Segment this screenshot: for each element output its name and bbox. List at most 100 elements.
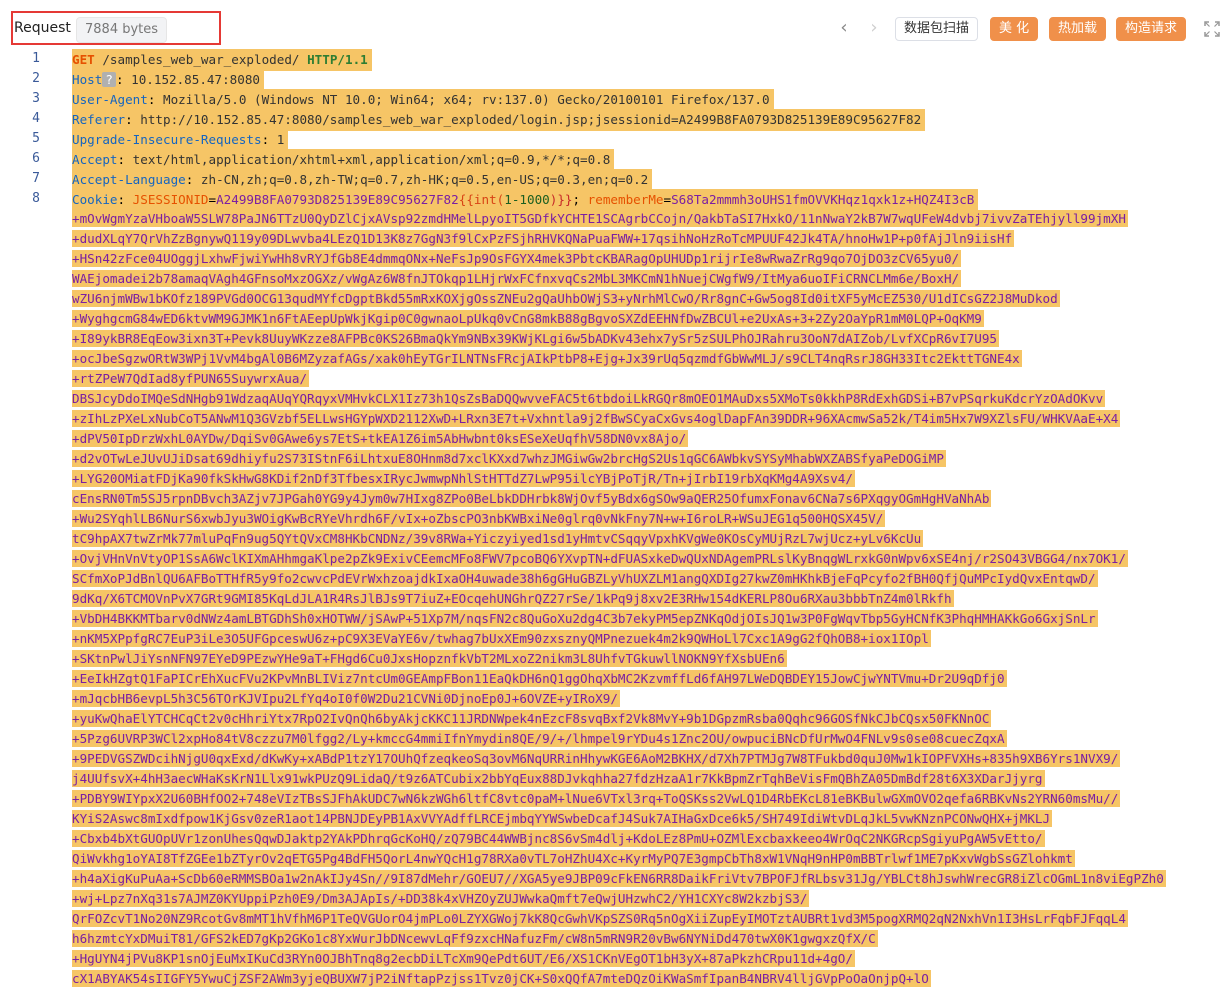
build-request-button[interactable]: 构造请求 [1116,17,1187,41]
line-number: 3 [32,91,40,106]
line-number: 2 [32,71,40,86]
cookie-wrap-text: +HSn42zFce04UOggjLxhwFjwiYwHh8vRYJfGb8E4… [72,250,962,267]
header-key: User-Agent [72,92,148,107]
cookie-wrap-line: +ocJbeSgzwORtW3WPj1VvM4bgAl0B6MZyzafAGs/… [72,349,1022,369]
cookie-wrap-text: SCfmXoPJdBnlQU6AFBoTTHfR5y9fo2cwvcPdEVrW… [72,570,1098,587]
cookie-wrap-text: +mOvWgmYzaVHboaW5SLW78PaJN6TTzU0QyDZlCjx… [72,210,1128,227]
header-cookie: Cookie: JSESSIONID=A2499B8FA0793D825139E… [72,189,979,211]
line-number: 1 [32,51,40,66]
editor-line: 3 User-Agent: Mozilla/5.0 (Windows NT 10… [0,89,1232,111]
cookie-wrap-text: +5Pzg6UVRP3WCl2xpHo84tV8czzu7M0lfgg2/Ly+… [72,730,1007,747]
cookie-wrap-text: DBSJcyDdoIMQeSdNHgb91WdzaqAUqYQRqyxVMHvk… [72,390,1106,407]
cookie-value: A2499B8FA0793D825139E89C95627F82 [216,192,459,207]
cookie-wrap-line: cEnsRN0Tm5SJ5rpnDBvch3AZjv7JPGah0YG9y4Jy… [72,489,992,509]
cookie-wrap-text: +dPV50IpDrzWxhL0AYDw/DqiSv0GAwe6ys7EtS+t… [72,430,689,447]
cookie-wrap-line: +mOvWgmYzaVHboaW5SLW78PaJN6TTzU0QyDZlCjx… [72,209,1128,229]
request-toolbar: Request 7884 bytes ‹ › 数据包扫描 美 化 热加载 构造请… [0,0,1232,48]
cookie-wrap-text: +zIhLzPXeLxNubCoT5ANwM1Q3GVzbf5ELLwsHGYp… [72,410,1121,427]
cookie-wrap-line: +5Pzg6UVRP3WCl2xpHo84tV8czzu7M0lfgg2/Ly+… [72,729,1007,749]
cookie-wrap-line: +mJqcbHB6evpL5h3C56TOrKJVIpu2LfYq4oI0f0W… [72,689,620,709]
header-key: Accept [72,152,118,167]
cookie-wrap-line: +LYG20OMiatFDjKa90fkSkHwG8KDif2nDf3Tfbes… [72,469,855,489]
cookie-wrap-line: j4UUfsvX+4hH3aecWHaKsKrN1Llx91wkPUzQ9Lid… [72,769,1045,789]
editor-line: 6 Accept: text/html,application/xhtml+xm… [0,149,1232,171]
editor-line: 8 Cookie: JSESSIONID=A2499B8FA0793D82513… [0,189,1232,211]
header-key: Referer [72,112,126,127]
fullscreen-icon[interactable] [1203,20,1221,38]
template-range: 1-1000 [504,192,550,207]
cookie-wrap-text: KYiS2Aswc8mIxdfpow1KjGsv0zeR1aot14PBNJDE… [72,810,1053,827]
cookie-wrap-line: +EeIkHZgtQ1FaPICrEhXucFVu2KPvMnBLIViz7nt… [72,669,1007,689]
cookie-wrap-text: h6hzmtcYxDMuiT81/GFS2kED7gKp2GKo1c8YxWur… [72,930,878,947]
cookie-wrap-line: +Cbxb4bXtGUOpUVr1zonUhesQqwDJaktp2YAkPDh… [72,829,1045,849]
cookie-wrap-text: +rtZPeW7QdIad8yfPUN65SuywrxAua/ [72,370,310,387]
cookie-wrap-line: SCfmXoPJdBnlQU6AFBoTTHfR5y9fo2cwvcPdEVrW… [72,569,1098,589]
cookie-wrap-text: +WyghgcmG84wED6ktvWM9GJMK1n6FtAEepUpWkjK… [72,310,984,327]
cookie-wrap-text: +PDBY9WIYpxX2U60BHfOO2+748eVIzTBsSJFhAkU… [72,790,1121,807]
http-protocol: HTTP/1.1 [307,52,368,67]
cookie-wrap-line: +yuKwQhaElYTCHCqCt2v0cHhriYtx7RpO2IvQnQh… [72,709,992,729]
cookie-wrap-line: wZU6njmWBw1bKOfz189PVGd0OCG13qudMYfcDgpt… [72,289,1060,309]
beautify-button[interactable]: 美 化 [990,17,1039,41]
cookie-wrap-line: KYiS2Aswc8mIxdfpow1KjGsv0zeR1aot14PBNJDE… [72,809,1053,829]
cookie-wrap-text: +I89ykBR8EqEow3ixn3T+Pevk8UuyWKzze8AFPBc… [72,330,1000,347]
cookie-wrap-line: 9dKq/X6TCMOVnPvX7GRt9GMI85KqLdJLA1R4RsJl… [72,589,954,609]
editor-line: 5 Upgrade-Insecure-Requests: 1 [0,129,1232,151]
header-value: zh-CN,zh;q=0.8,zh-TW;q=0.7,zh-HK;q=0.5,e… [200,172,649,187]
cookie-wrap-text: cEnsRN0Tm5SJ5rpnDBvch3AZjv7JPGah0YG9y4Jy… [72,490,992,507]
cookie-wrap-line: +dPV50IpDrzWxhL0AYDw/DqiSv0GAwe6ys7EtS+t… [72,429,689,449]
editor-line: 2 Host?: 10.152.85.47:8080 [0,69,1232,91]
cookie-wrap-line: DBSJcyDdoIMQeSdNHgb91WdzaqAUqYQRqyxVMHvk… [72,389,1106,409]
line-number: 5 [32,131,40,146]
line-number: 4 [32,111,40,126]
next-arrow-icon[interactable]: › [864,17,884,41]
cookie-wrap-text: QrFOZcvT1No20NZ9RcotGv8mMT1hVfhM6P1TeQVG… [72,910,1128,927]
cookie-wrap-line: cX1ABYAK54sIIGFY5YwuCjZSF2AWm3yjeQBUXW7j… [72,969,931,989]
cookie-wrap-text: +Cbxb4bXtGUOpUVr1zonUhesQqwDJaktp2YAkPDh… [72,830,1045,847]
cookie-wrap-text: 9dKq/X6TCMOVnPvX7GRt9GMI85KqLdJLA1R4RsJl… [72,590,954,607]
editor-line: 7 Accept-Language: zh-CN,zh;q=0.8,zh-TW;… [0,169,1232,191]
cookie-wrap-line: +HgUYN4jPVu8KP1snOjEuMxIKuCd3RYn0OJBhTnq… [72,949,855,969]
cookie-wrap-line: WAEjomadei2b78amaqVAgh4GFnsoMxzOGXz/vWgA… [72,269,962,289]
header-key: Host [72,72,103,87]
header-value: Mozilla/5.0 (Windows NT 10.0; Win64; x64… [163,92,770,107]
cookie-wrap-line: +HSn42zFce04UOggjLxhwFjwiYwHh8vRYJfGb8E4… [72,249,962,269]
info-hint-icon[interactable]: ? [102,72,116,87]
cookie-wrap-line: +I89ykBR8EqEow3ixn3T+Pevk8UuyWKzze8AFPBc… [72,329,1000,349]
header-key: Upgrade-Insecure-Requests [72,132,262,147]
cookie-name: rememberMe [587,192,664,207]
editor-line: 4 Referer: http://10.152.85.47:8080/samp… [0,109,1232,131]
cookie-wrap-line: +d2vOTwLeJUvUJiDsat69dhiyfu2S73IStnF6iLh… [72,449,946,469]
header-upgrade-insecure: Upgrade-Insecure-Requests: 1 [72,129,289,151]
header-value: http://10.152.85.47:8080/samples_web_war… [140,112,922,127]
hot-load-button[interactable]: 热加载 [1049,17,1107,41]
cookie-wrap-text: +mJqcbHB6evpL5h3C56TOrKJVIpu2LfYq4oI0f0W… [72,690,620,707]
cookie-wrap-text: WAEjomadei2b78amaqVAgh4GFnsoMxzOGXz/vWgA… [72,270,962,287]
cookie-wrap-text: +nKM5XPpfgRC7EuP3iLe3O5UFGpceswU6z+pC9X3… [72,630,931,647]
cookie-wrap-line: +9PEDVGSZWDcihNjgU0qxExd/dKwKy+xABdP1tzY… [72,749,1121,769]
cookie-wrap-line: +VbDH4BKKMTbarv0dNWz4amLBTGDhSh0xHOTWW/j… [72,609,1098,629]
cookie-wrap-line: +Wu2SYqhlLB6NurS6xwbJyu3WOigKwBcRYeVhrdh… [72,509,886,529]
prev-arrow-icon[interactable]: ‹ [834,17,854,41]
cookie-value: S68Ta2mmmh3oUHS1fmOVVKHqz1qxk1z+HQZ4I3cB [671,192,975,207]
cookie-wrap-line: +WyghgcmG84wED6ktvWM9GJMK1n6FtAEepUpWkjK… [72,309,984,329]
request-line: GET /samples_web_war_exploded/ HTTP/1.1 [72,49,372,71]
size-badge: 7884 bytes [76,17,168,43]
cookie-wrap-line: +rtZPeW7QdIad8yfPUN65SuywrxAua/ [72,369,310,389]
packet-scan-button[interactable]: 数据包扫描 [895,17,979,41]
editor-line: 1 GET /samples_web_war_exploded/ HTTP/1.… [0,49,1232,71]
request-editor[interactable]: 1 GET /samples_web_war_exploded/ HTTP/1.… [0,48,1232,996]
cookie-wrap-text: +EeIkHZgtQ1FaPICrEhXucFVu2KPvMnBLIViz7nt… [72,670,1007,687]
header-referer: Referer: http://10.152.85.47:8080/sample… [72,109,926,131]
http-method: GET [72,52,95,67]
cookie-wrap-text: +OvjVHnVnVtyOP1SsA6WclKIXmAHhmgaKlpe2pZk… [72,550,1128,567]
header-accept-language: Accept-Language: zh-CN,zh;q=0.8,zh-TW;q=… [72,169,653,191]
cookie-wrap-line: +PDBY9WIYpxX2U60BHfOO2+748eVIzTBsSJFhAkU… [72,789,1121,809]
header-value: 1 [276,132,285,147]
header-value: text/html,application/xhtml+xml,applicat… [132,152,611,167]
cookie-wrap-text: +wj+Lpz7nXq31s7AJMZ0KYUppiPzh0E9/Dm3AJAp… [72,890,810,907]
cookie-wrap-text: +9PEDVGSZWDcihNjgU0qxExd/dKwKy+xABdP1tzY… [72,750,1121,767]
cookie-wrap-text: +d2vOTwLeJUvUJiDsat69dhiyfu2S73IStnF6iLh… [72,450,946,467]
header-user-agent: User-Agent: Mozilla/5.0 (Windows NT 10.0… [72,89,774,111]
cookie-wrap-text: +SKtnPwlJiYsnNFN97EYeD9PEzwYHe9aT+FHgd6C… [72,650,787,667]
